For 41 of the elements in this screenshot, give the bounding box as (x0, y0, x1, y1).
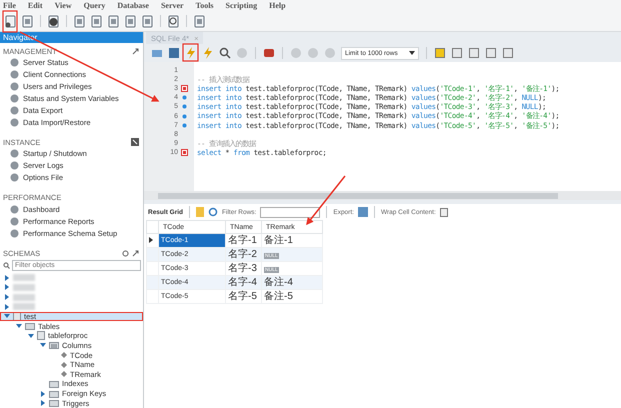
refresh-icon[interactable] (122, 250, 129, 257)
expanded-arrow-icon[interactable] (40, 342, 46, 348)
expanded-arrow-icon[interactable] (4, 313, 10, 320)
horizontal-scrollbar[interactable] (144, 191, 621, 200)
menu-item[interactable]: Edit (28, 1, 43, 10)
highlight-frame (2, 10, 18, 33)
filter-rows-field[interactable] (260, 206, 320, 218)
table-cell[interactable]: 名字-5 (226, 290, 262, 304)
expanded-arrow-icon[interactable] (16, 323, 22, 330)
refresh-icon[interactable] (208, 207, 218, 217)
menu-item[interactable]: Help (269, 1, 286, 10)
collapsed-arrow-icon[interactable] (4, 274, 10, 281)
table-cell[interactable]: 名字-4 (226, 276, 262, 290)
collapsed-arrow-icon[interactable] (4, 304, 10, 310)
collapsed-arrow-icon[interactable] (40, 390, 46, 397)
blurred-schema-placeholder (13, 274, 35, 282)
caret-icon (409, 51, 415, 55)
highlight-frame (182, 43, 199, 62)
collapsed-arrow-icon[interactable] (4, 284, 10, 290)
collapsed-arrow-icon[interactable] (40, 400, 46, 406)
new-query-icon[interactable] (4, 14, 17, 28)
table-cell[interactable]: 备注-5 (262, 290, 322, 304)
menu-item[interactable]: Server (160, 1, 184, 10)
menu-item[interactable]: Database (117, 1, 149, 10)
collapsed-arrow-icon[interactable] (4, 294, 10, 300)
blurred-schema-placeholder (13, 303, 35, 310)
menu-item[interactable]: File (3, 1, 16, 10)
menu-item[interactable]: Tools (196, 1, 214, 10)
column-folder-icon (49, 341, 59, 350)
expand-icon[interactable] (132, 250, 139, 257)
blurred-schema-placeholder (13, 294, 35, 301)
current-row-icon (149, 236, 153, 242)
blurred-schema-placeholder (13, 284, 35, 291)
menu-item[interactable]: Scripting (226, 1, 258, 10)
expand-icon[interactable] (132, 48, 139, 55)
menu-item[interactable]: View (54, 1, 72, 10)
table-cell[interactable]: 名字-2 (226, 248, 262, 262)
menu-item[interactable]: Query (84, 1, 106, 10)
expanded-arrow-icon[interactable] (28, 332, 34, 339)
magnifier-icon[interactable] (219, 47, 231, 59)
table-cell[interactable]: 备注-4 (262, 276, 322, 290)
